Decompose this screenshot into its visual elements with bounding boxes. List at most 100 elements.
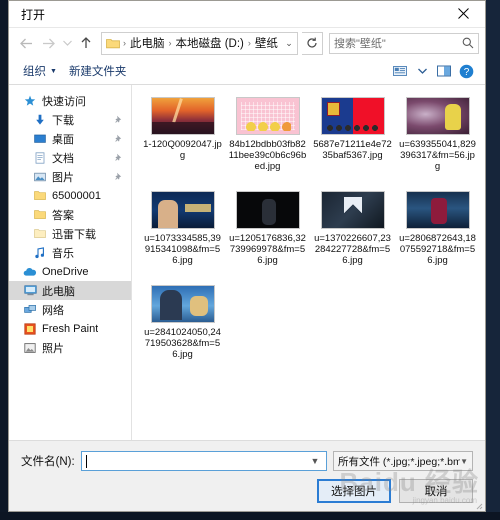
breadcrumb-item-0[interactable]: 此电脑 <box>127 35 168 51</box>
file-item[interactable]: 5687e71211e4e7235baf5367.jpg <box>310 97 395 187</box>
dialog-title: 打开 <box>21 7 46 22</box>
sidebar-label: 网络 <box>42 304 64 317</box>
sidebar-label: 文档 <box>52 152 74 165</box>
sidebar-item-music[interactable]: 音乐 <box>9 243 131 262</box>
photos-icon <box>23 341 37 355</box>
text-caret <box>85 454 87 468</box>
pin-icon[interactable] <box>114 153 123 162</box>
address-dropdown-icon[interactable]: ⌄ <box>281 38 297 49</box>
resize-grip[interactable] <box>473 500 483 510</box>
dialog-footer: 文件名(N): ▼ 所有文件 (*.jpg;*.jpeg;*.bmp;*. ▼ … <box>9 440 485 511</box>
pin-icon[interactable] <box>114 134 123 143</box>
file-thumbnail <box>150 285 215 323</box>
file-item[interactable]: u=639355041,829396317&fm=56.jpg <box>395 97 480 187</box>
sidebar-item-network[interactable]: 网络 <box>9 300 131 319</box>
cancel-button[interactable]: 取消 <box>399 479 473 503</box>
breadcrumb-item-2[interactable]: 壁纸 <box>252 35 281 51</box>
sidebar-item-folder-answers[interactable]: 答案 <box>9 205 131 224</box>
file-thumbnail <box>235 97 300 135</box>
search-input[interactable]: 搜索"壁纸" <box>329 32 479 54</box>
file-name: u=1370226607,23284227728&fm=56.jpg <box>314 233 391 266</box>
view-dropdown-button[interactable] <box>411 61 433 81</box>
view-layout-button[interactable] <box>389 61 411 81</box>
sidebar-item-pictures[interactable]: 图片 <box>9 167 131 186</box>
file-list-pane[interactable]: 1-120Q0092047.jpg 84b12bdbb03fb8211bee39… <box>132 85 485 440</box>
dialog-body: 快速访问 下载 桌面 文档 图片 65000001 答案 迅雷下载 音乐 One… <box>9 85 485 440</box>
desktop-icon <box>33 132 47 146</box>
view-layout-icon <box>393 66 407 76</box>
folder-icon <box>33 189 47 203</box>
onedrive-icon <box>23 265 37 279</box>
sidebar-item-folder-thunder-download[interactable]: 迅雷下载 <box>9 224 131 243</box>
close-button[interactable] <box>441 1 485 26</box>
breadcrumb-item-1[interactable]: 本地磁盘 (D:) <box>173 35 247 51</box>
forward-button[interactable] <box>37 32 59 54</box>
refresh-button[interactable] <box>302 31 323 55</box>
sidebar-item-folder-65000001[interactable]: 65000001 <box>9 186 131 205</box>
file-name: 84b12bdbb03fb8211bee39c0b6c96bed.jpg <box>228 139 307 172</box>
preview-pane-button[interactable] <box>433 61 455 81</box>
sidebar-item-quick-access[interactable]: 快速访问 <box>9 91 131 110</box>
file-thumbnail <box>405 97 470 135</box>
file-grid: 1-120Q0092047.jpg 84b12bdbb03fb8211bee39… <box>132 85 485 440</box>
arrow-up-icon <box>81 37 91 48</box>
file-item[interactable]: u=1205176836,32739969978&fm=56.jpg <box>225 191 310 281</box>
sidebar-item-downloads[interactable]: 下载 <box>9 110 131 129</box>
title-bar: 打开 <box>9 1 485 28</box>
up-button[interactable] <box>75 32 97 54</box>
pin-icon[interactable] <box>114 115 123 124</box>
file-thumbnail <box>405 191 470 229</box>
star-icon <box>23 94 37 108</box>
back-button[interactable] <box>15 32 37 54</box>
folder-icon <box>33 227 47 241</box>
file-item[interactable]: u=1370226607,23284227728&fm=56.jpg <box>310 191 395 281</box>
taskbar <box>0 512 500 520</box>
sidebar-item-desktop[interactable]: 桌面 <box>9 129 131 148</box>
sidebar-label: 照片 <box>42 342 64 355</box>
address-bar[interactable]: › 此电脑 › 本地磁盘 (D:) › 壁纸 ⌄ <box>101 31 298 55</box>
help-button[interactable]: ? <box>455 61 477 81</box>
sidebar-item-onedrive[interactable]: OneDrive <box>9 262 131 281</box>
folder-icon <box>104 38 122 49</box>
organize-button[interactable]: 组织 ▼ <box>17 63 63 79</box>
file-name: 5687e71211e4e7235baf5367.jpg <box>313 139 392 161</box>
file-item[interactable]: 84b12bdbb03fb8211bee39c0b6c96bed.jpg <box>225 97 310 187</box>
chevron-down-icon: ▼ <box>50 67 57 75</box>
sidebar-item-fresh-paint[interactable]: Fresh Paint <box>9 319 131 338</box>
chevron-down-icon <box>62 40 72 46</box>
chevron-down-icon[interactable]: ▼ <box>308 456 322 466</box>
filetype-value: 所有文件 (*.jpg;*.jpeg;*.bmp;*. <box>338 455 461 468</box>
sidebar-label: 答案 <box>52 209 74 222</box>
file-item[interactable]: u=1073334585,39915341098&fm=56.jpg <box>140 191 225 281</box>
file-item[interactable]: u=2841024050,24719503628&fm=56.jpg <box>140 285 225 375</box>
sidebar-item-documents[interactable]: 文档 <box>9 148 131 167</box>
breadcrumb: › 此电脑 › 本地磁盘 (D:) › 壁纸 <box>122 35 281 51</box>
sidebar-label: 下载 <box>52 114 74 127</box>
sidebar-label: 图片 <box>52 171 74 184</box>
file-thumbnail <box>235 191 300 229</box>
file-thumbnail <box>150 191 215 229</box>
arrow-left-icon <box>19 38 32 48</box>
new-folder-button[interactable]: 新建文件夹 <box>63 63 133 79</box>
pin-icon[interactable] <box>114 172 123 181</box>
sidebar-label: OneDrive <box>42 265 89 278</box>
close-icon <box>457 8 469 19</box>
sidebar-item-photos[interactable]: 照片 <box>9 338 131 357</box>
document-icon <box>33 151 47 165</box>
button-row: 选择图片 取消 <box>21 479 473 503</box>
navigation-bar: › 此电脑 › 本地磁盘 (D:) › 壁纸 ⌄ 搜索"壁纸" <box>9 28 485 58</box>
filename-input[interactable]: ▼ <box>80 451 327 471</box>
file-name: u=1073334585,39915341098&fm=56.jpg <box>144 233 221 266</box>
sidebar-item-this-pc[interactable]: 此电脑 <box>9 281 131 300</box>
arrow-right-icon <box>42 38 55 48</box>
file-name: u=2841024050,24719503628&fm=56.jpg <box>144 327 221 360</box>
recent-locations-button[interactable] <box>59 32 75 54</box>
file-name: 1-120Q0092047.jpg <box>143 139 222 161</box>
chevron-down-icon: ▼ <box>460 456 468 466</box>
file-item[interactable]: u=2806872643,18075592718&fm=56.jpg <box>395 191 480 281</box>
filetype-dropdown[interactable]: 所有文件 (*.jpg;*.jpeg;*.bmp;*. ▼ <box>333 451 473 471</box>
new-folder-label: 新建文件夹 <box>68 66 127 78</box>
confirm-button[interactable]: 选择图片 <box>317 479 391 503</box>
file-item[interactable]: 1-120Q0092047.jpg <box>140 97 225 187</box>
this-pc-icon <box>23 284 37 298</box>
